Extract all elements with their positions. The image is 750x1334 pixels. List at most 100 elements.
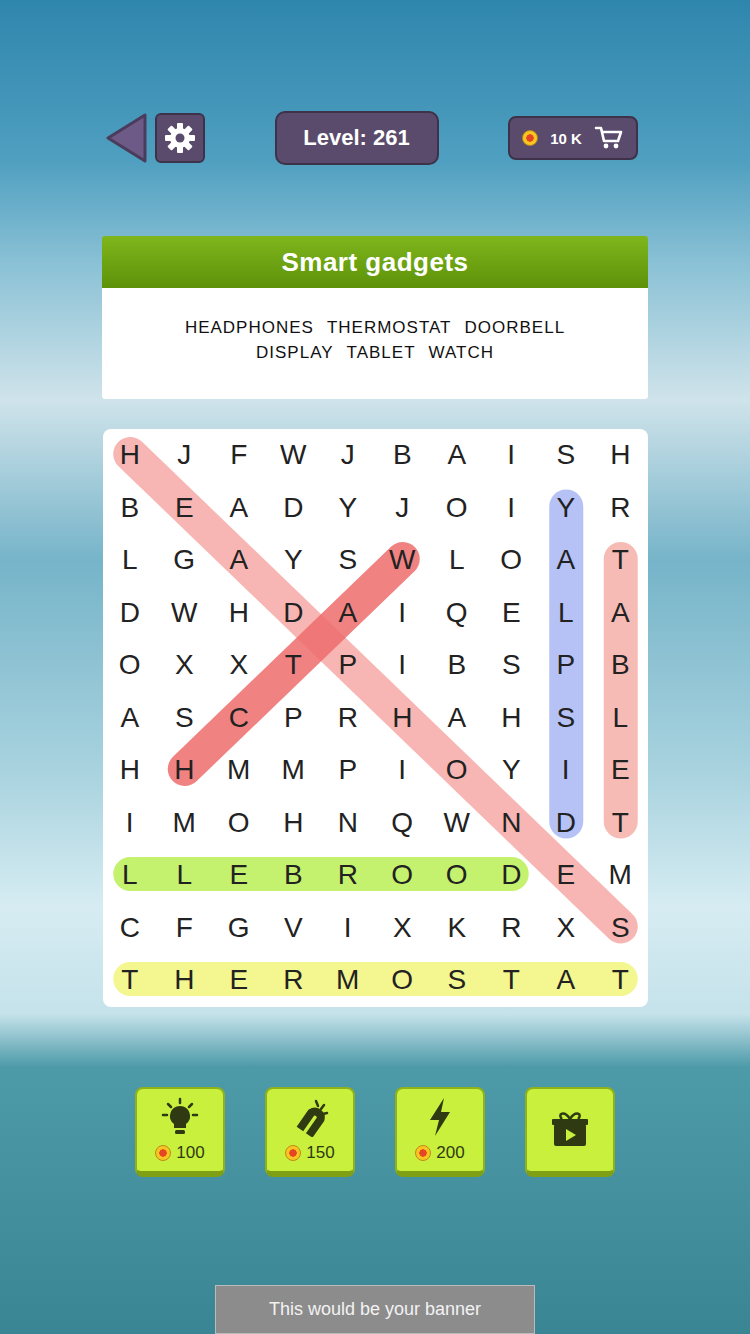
grid-letter[interactable]: S xyxy=(484,639,539,692)
grid-letter[interactable]: H xyxy=(593,429,648,482)
grid-letter[interactable]: R xyxy=(321,849,376,902)
grid-letter[interactable]: O xyxy=(212,797,267,850)
grid-letter[interactable]: H xyxy=(375,692,430,745)
letter-grid[interactable]: HJFWJBAISHBEADYJOIYRLGAYSWLOATDWHDAIQELA… xyxy=(103,429,648,1007)
grid-letter[interactable]: D xyxy=(266,587,321,640)
grid-letter[interactable]: Y xyxy=(539,482,594,535)
grid-letter[interactable]: L xyxy=(103,849,158,902)
grid-letter[interactable]: C xyxy=(103,902,158,955)
grid-letter[interactable]: E xyxy=(212,954,267,1007)
grid-letter[interactable]: E xyxy=(484,587,539,640)
grid-letter[interactable]: M xyxy=(593,849,648,902)
grid-letter[interactable]: M xyxy=(212,744,267,797)
grid-letter[interactable]: R xyxy=(484,902,539,955)
grid-letter[interactable]: E xyxy=(212,849,267,902)
grid-letter[interactable]: T xyxy=(103,954,158,1007)
grid-letter[interactable]: H xyxy=(157,744,212,797)
grid-letter[interactable]: I xyxy=(375,744,430,797)
grid-letter[interactable]: Y xyxy=(321,482,376,535)
grid-letter[interactable]: L xyxy=(430,534,485,587)
grid-letter[interactable]: Q xyxy=(375,797,430,850)
grid-letter[interactable]: X xyxy=(157,639,212,692)
grid-letter[interactable]: L xyxy=(103,534,158,587)
coin-balance[interactable]: 10 K xyxy=(508,116,638,160)
grid-letter[interactable]: H xyxy=(157,954,212,1007)
grid-letter[interactable]: A xyxy=(539,534,594,587)
grid-letter[interactable]: I xyxy=(484,482,539,535)
grid-letter[interactable]: A xyxy=(539,954,594,1007)
grid-letter[interactable]: F xyxy=(212,429,267,482)
grid-letter[interactable]: A xyxy=(212,534,267,587)
grid-letter[interactable]: P xyxy=(321,639,376,692)
grid-letter[interactable]: R xyxy=(593,482,648,535)
grid-letter[interactable]: D xyxy=(484,849,539,902)
grid-letter[interactable]: I xyxy=(484,429,539,482)
grid-letter[interactable]: L xyxy=(157,849,212,902)
grid-letter[interactable]: D xyxy=(266,482,321,535)
grid-letter[interactable]: M xyxy=(157,797,212,850)
booster-button[interactable]: 100 xyxy=(135,1087,225,1177)
grid-letter[interactable]: S xyxy=(539,429,594,482)
grid-letter[interactable]: O xyxy=(375,954,430,1007)
grid-letter[interactable]: T xyxy=(484,954,539,1007)
grid-letter[interactable]: S xyxy=(157,692,212,745)
grid-letter[interactable]: X xyxy=(212,639,267,692)
grid-letter[interactable]: B xyxy=(375,429,430,482)
grid-letter[interactable]: L xyxy=(593,692,648,745)
grid-letter[interactable]: T xyxy=(593,797,648,850)
grid-letter[interactable]: A xyxy=(321,587,376,640)
grid-letter[interactable]: O xyxy=(430,482,485,535)
grid-letter[interactable]: I xyxy=(321,902,376,955)
grid-letter[interactable]: I xyxy=(375,639,430,692)
grid-letter[interactable]: E xyxy=(539,849,594,902)
grid-letter[interactable]: B xyxy=(266,849,321,902)
grid-letter[interactable]: F xyxy=(157,902,212,955)
settings-button[interactable] xyxy=(155,113,205,163)
grid-letter[interactable]: Q xyxy=(430,587,485,640)
grid-letter[interactable]: A xyxy=(212,482,267,535)
grid-letter[interactable]: P xyxy=(266,692,321,745)
grid-letter[interactable]: D xyxy=(103,587,158,640)
booster-button[interactable] xyxy=(525,1087,615,1177)
grid-letter[interactable]: C xyxy=(212,692,267,745)
grid-letter[interactable]: D xyxy=(539,797,594,850)
grid-letter[interactable]: N xyxy=(484,797,539,850)
grid-letter[interactable]: S xyxy=(430,954,485,1007)
booster-button[interactable]: 150 xyxy=(265,1087,355,1177)
grid-letter[interactable]: O xyxy=(484,534,539,587)
grid-letter[interactable]: N xyxy=(321,797,376,850)
grid-letter[interactable]: I xyxy=(539,744,594,797)
grid-letter[interactable]: A xyxy=(103,692,158,745)
grid-letter[interactable]: B xyxy=(430,639,485,692)
grid-letter[interactable]: T xyxy=(266,639,321,692)
grid-letter[interactable]: H xyxy=(212,587,267,640)
grid-letter[interactable]: A xyxy=(430,429,485,482)
grid-letter[interactable]: R xyxy=(321,692,376,745)
grid-letter[interactable]: H xyxy=(266,797,321,850)
grid-letter[interactable]: A xyxy=(430,692,485,745)
grid-letter[interactable]: O xyxy=(103,639,158,692)
grid-letter[interactable]: J xyxy=(375,482,430,535)
grid-letter[interactable]: E xyxy=(593,744,648,797)
grid-letter[interactable]: W xyxy=(266,429,321,482)
grid-letter[interactable]: L xyxy=(539,587,594,640)
grid-letter[interactable]: Y xyxy=(484,744,539,797)
grid-letter[interactable]: W xyxy=(430,797,485,850)
grid-letter[interactable]: B xyxy=(103,482,158,535)
grid-letter[interactable]: S xyxy=(593,902,648,955)
grid-letter[interactable]: H xyxy=(103,429,158,482)
booster-button[interactable]: 200 xyxy=(395,1087,485,1177)
grid-letter[interactable]: T xyxy=(593,534,648,587)
grid-letter[interactable]: O xyxy=(375,849,430,902)
grid-letter[interactable]: H xyxy=(103,744,158,797)
grid-letter[interactable]: M xyxy=(266,744,321,797)
grid-letter[interactable]: J xyxy=(321,429,376,482)
back-arrow-icon[interactable] xyxy=(105,113,147,163)
grid-letter[interactable]: V xyxy=(266,902,321,955)
grid-letter[interactable]: Y xyxy=(266,534,321,587)
grid-letter[interactable]: K xyxy=(430,902,485,955)
grid-letter[interactable]: A xyxy=(593,587,648,640)
grid-letter[interactable]: O xyxy=(430,744,485,797)
grid-letter[interactable]: S xyxy=(539,692,594,745)
grid-letter[interactable]: M xyxy=(321,954,376,1007)
